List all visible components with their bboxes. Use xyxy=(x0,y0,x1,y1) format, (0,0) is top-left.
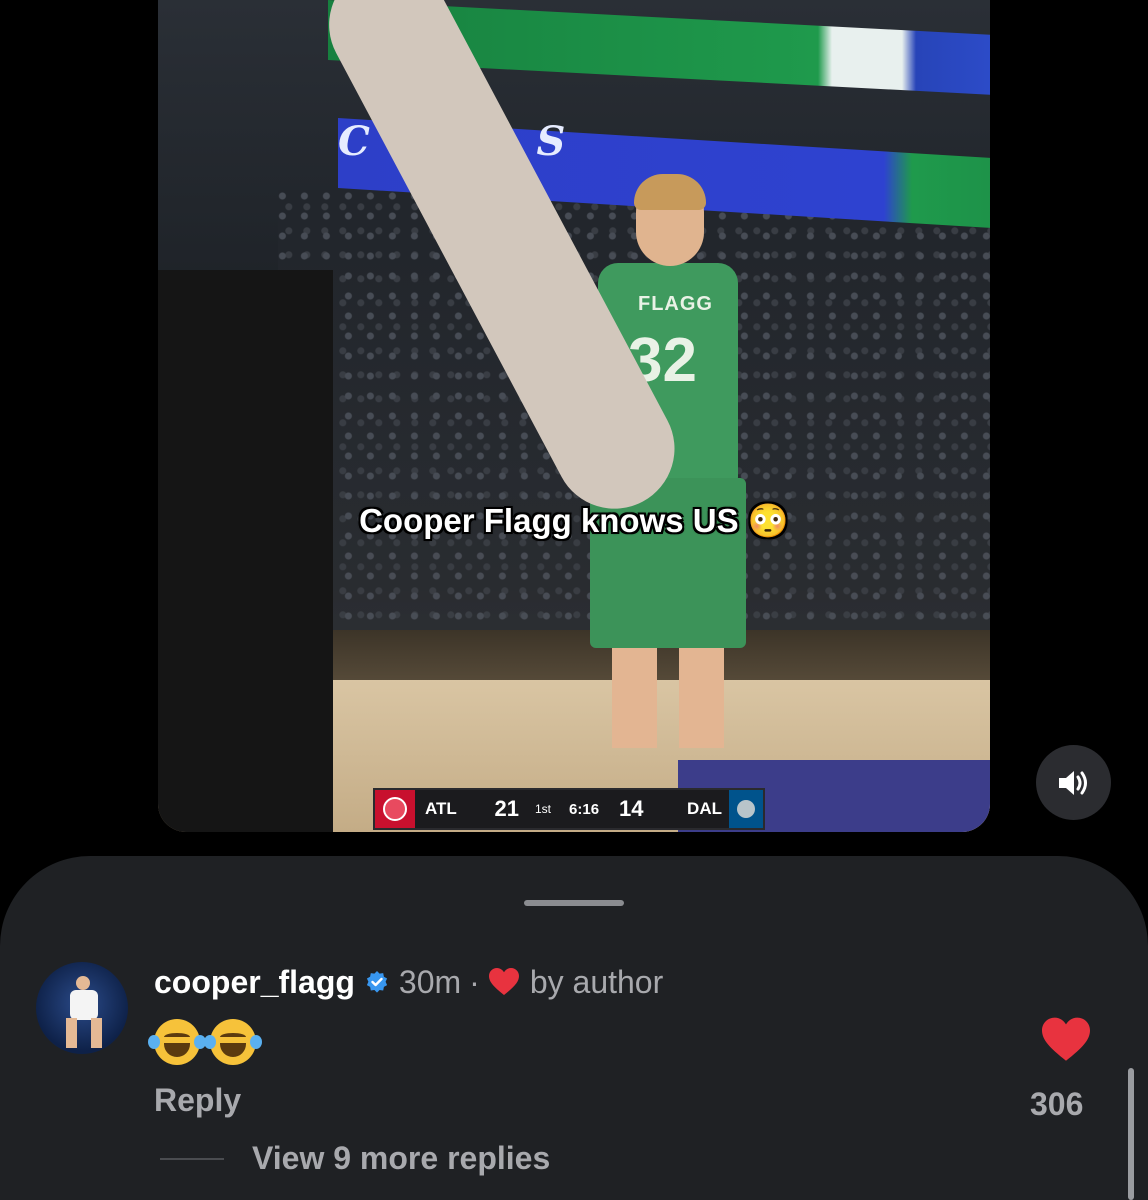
liked-by-author-label: by author xyxy=(529,964,664,1000)
replies-divider xyxy=(160,1158,224,1160)
jersey-name: FLAGG xyxy=(638,293,713,315)
scorebug: ATL 21 1st 6:16 14 DAL xyxy=(373,788,765,830)
away-score: 21 xyxy=(494,796,519,821)
heart-icon xyxy=(488,968,519,995)
comment-username[interactable]: cooper_flagg xyxy=(154,962,355,1002)
sheet-drag-handle[interactable] xyxy=(524,900,624,906)
speaker-on-icon xyxy=(1058,770,1087,795)
comment-time: 30m xyxy=(398,964,462,1000)
video-caption: Cooper Flagg knows US 😳 xyxy=(359,502,789,539)
comments-sheet: cooper_flagg 30m · by author Reply 306 V… xyxy=(0,856,1148,1200)
player-hair xyxy=(634,174,706,210)
game-period: 1st xyxy=(535,802,552,816)
reply-button[interactable]: Reply xyxy=(154,1082,241,1119)
like-count: 306 xyxy=(1030,1086,1084,1122)
referee-body xyxy=(158,270,333,832)
like-heart-icon[interactable] xyxy=(1040,1016,1092,1064)
scrollbar[interactable] xyxy=(1128,1068,1134,1200)
avatar[interactable] xyxy=(36,962,128,1054)
away-team: ATL xyxy=(425,799,457,818)
home-team: DAL xyxy=(687,799,722,818)
verified-badge-icon xyxy=(366,971,388,993)
comment-text xyxy=(148,1016,266,1066)
tears-of-joy-emoji-icon xyxy=(204,1019,262,1066)
home-score: 14 xyxy=(619,796,644,821)
tears-of-joy-emoji-icon xyxy=(148,1019,206,1066)
dal-logo-icon xyxy=(729,790,763,828)
atl-logo-icon xyxy=(375,790,415,828)
volume-button[interactable] xyxy=(1036,745,1111,820)
player-legs xyxy=(612,648,724,748)
separator-dot: · xyxy=(469,964,480,1000)
game-clock: 6:16 xyxy=(569,800,600,818)
view-more-replies-button[interactable]: View 9 more replies xyxy=(252,1140,550,1177)
video-player[interactable]: C K S FLAGG 32 Cooper Flagg knows US 😳 A… xyxy=(158,0,990,832)
comment-header: cooper_flagg 30m · by author xyxy=(154,962,663,1002)
